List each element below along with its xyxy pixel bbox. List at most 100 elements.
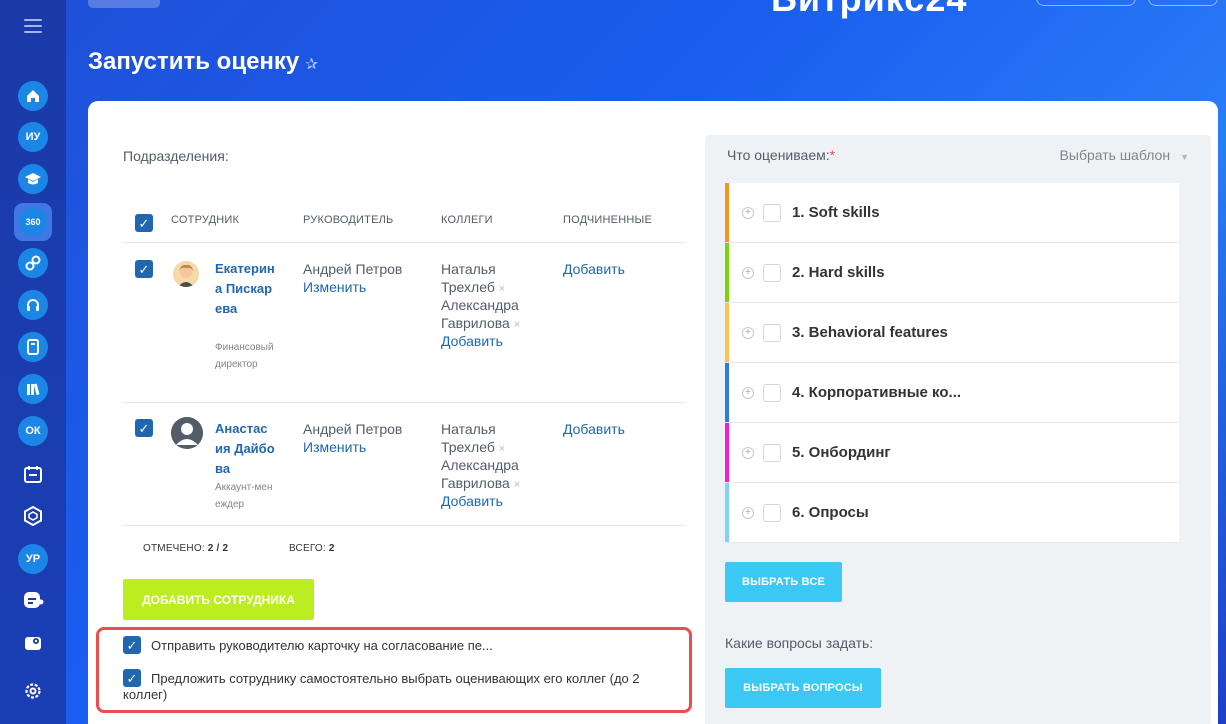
employee-name-link[interactable]: Анастасия Дайбова [215,419,275,479]
add-colleague-link[interactable]: Добавить [441,332,503,350]
column-header: СОТРУДНИК [171,214,240,226]
employee-name-link[interactable]: Екатерина Пискарева [215,259,275,319]
item-name: 6. Опросы [792,504,869,521]
item-checkbox[interactable] [763,384,781,402]
change-manager-link[interactable]: Изменить [303,278,366,296]
remove-icon[interactable]: × [499,283,505,295]
item-checkbox[interactable] [763,504,781,522]
column-header: КОЛЛЕГИ [441,214,493,226]
change-manager-link[interactable]: Изменить [303,438,366,456]
graduation-cap-icon[interactable] [18,164,48,194]
remove-icon[interactable]: × [514,319,520,331]
item-name: 3. Behavioral features [792,324,948,341]
expand-icon[interactable]: + [742,387,754,399]
color-bar [725,243,729,302]
item-name: 1. Soft skills [792,204,880,221]
questions-label: Какие вопросы задать: [725,635,874,651]
top-tab[interactable] [88,0,160,8]
column-header: ПОДЧИНЕННЫЕ [563,214,652,226]
list-item[interactable]: +5. Онбординг [725,423,1179,483]
list-item[interactable]: +6. Опросы [725,483,1179,543]
color-bar [725,363,729,422]
initials-ur-icon[interactable]: УР [18,544,48,574]
colleague-name: Александра Гаврилова × [441,457,521,491]
list-item[interactable]: +2. Hard skills [725,243,1179,303]
avatar [173,261,199,287]
row-divider [123,402,685,403]
manager-name: Андрей Петров [303,261,403,277]
chevron-down-icon: ▼ [1180,152,1189,162]
link-icon[interactable] [18,248,48,278]
initials-ok-icon[interactable]: ОК [18,416,48,446]
top-control[interactable] [1036,0,1136,6]
menu-icon[interactable] [24,19,42,37]
total-count: ВСЕГО: 2 [289,543,335,554]
row-divider [123,525,685,526]
select-all-checkbox[interactable]: ✓ [135,214,153,232]
top-control[interactable] [1148,0,1218,6]
item-name: 5. Онбординг [792,444,891,461]
expand-icon[interactable]: + [742,507,754,519]
select-all-button[interactable]: ВЫБРАТЬ ВСЕ [725,562,842,602]
select-questions-button[interactable]: ВЫБРАТЬ ВОПРОСЫ [725,668,881,708]
item-checkbox[interactable] [763,264,781,282]
item-checkbox[interactable] [763,204,781,222]
manager-name: Андрей Петров [303,421,403,437]
list-item[interactable]: +1. Soft skills [725,183,1179,243]
expand-icon[interactable]: + [742,267,754,279]
hexagon-icon[interactable] [18,501,48,531]
left-sidebar: ИУ 360 ОК УР [0,0,66,724]
color-bar [725,303,729,362]
main-card: Подразделения: ✓ СОТРУДНИК РУКОВОДИТЕЛЬ … [88,101,1218,724]
expand-icon[interactable]: + [742,327,754,339]
brand-logo: Битрикс24 [771,0,967,20]
expand-icon[interactable]: + [742,207,754,219]
column-header: РУКОВОДИТЕЛЬ [303,214,394,226]
what-to-assess-label: Что оцениваем:* [727,147,836,163]
feedback-360-icon[interactable]: 360 [14,203,52,241]
item-name: 4. Корпоративные ко... [792,384,962,401]
employee-role: Финансовый директор [215,342,274,370]
colleague-name: Наталья Трехлеб × [441,421,506,455]
library-icon[interactable] [18,374,48,404]
pin-icon[interactable]: ✰ [305,56,318,73]
employee-role: Аккаунт-менеждер [215,482,273,510]
add-subordinate-link[interactable]: Добавить [563,420,625,438]
row-checkbox[interactable]: ✓ [135,260,153,278]
gear-icon[interactable] [18,676,48,706]
page-title: Запустить оценку ✰ [88,48,318,75]
initials-iu-icon[interactable]: ИУ [18,122,48,152]
option-checkbox[interactable]: ✓ [123,636,141,654]
color-bar [725,423,729,482]
colleague-name: Наталья Трехлеб × [441,261,506,295]
competency-list: +1. Soft skills +2. Hard skills +3. Beha… [725,183,1179,543]
list-item[interactable]: +3. Behavioral features [725,303,1179,363]
robot-icon[interactable] [18,585,48,615]
book-icon[interactable] [18,332,48,362]
list-item[interactable]: +4. Корпоративные ко... [725,363,1179,423]
home-icon[interactable] [18,81,48,111]
option-label: Предложить сотруднику самостоятельно выб… [123,671,640,702]
item-name: 2. Hard skills [792,264,885,281]
color-bar [725,483,729,542]
avatar [171,417,203,449]
remove-icon[interactable]: × [514,479,520,491]
add-colleague-link[interactable]: Добавить [441,492,503,510]
calendar-icon[interactable] [18,459,48,489]
row-checkbox[interactable]: ✓ [135,419,153,437]
remove-icon[interactable]: × [499,443,505,455]
top-bar: Битрикс24 [66,0,1226,22]
add-subordinate-link[interactable]: Добавить [563,260,625,278]
assessment-panel: Что оцениваем:* Выбрать шаблон ▼ +1. Soft… [705,135,1211,724]
option-label: Отправить руководителю карточку на согла… [151,638,493,653]
checked-count: ОТМЕЧЕНО: 2 / 2 [143,543,229,554]
colleague-name: Александра Гаврилова × [441,297,521,331]
expand-icon[interactable]: + [742,447,754,459]
item-checkbox[interactable] [763,324,781,342]
departments-label: Подразделения: [123,148,229,164]
map-icon[interactable] [18,628,48,658]
add-employee-button[interactable]: ДОБАВИТЬ СОТРУДНИКА [123,579,314,620]
headset-icon[interactable] [18,290,48,320]
item-checkbox[interactable] [763,444,781,462]
template-select[interactable]: Выбрать шаблон ▼ [1060,147,1189,163]
